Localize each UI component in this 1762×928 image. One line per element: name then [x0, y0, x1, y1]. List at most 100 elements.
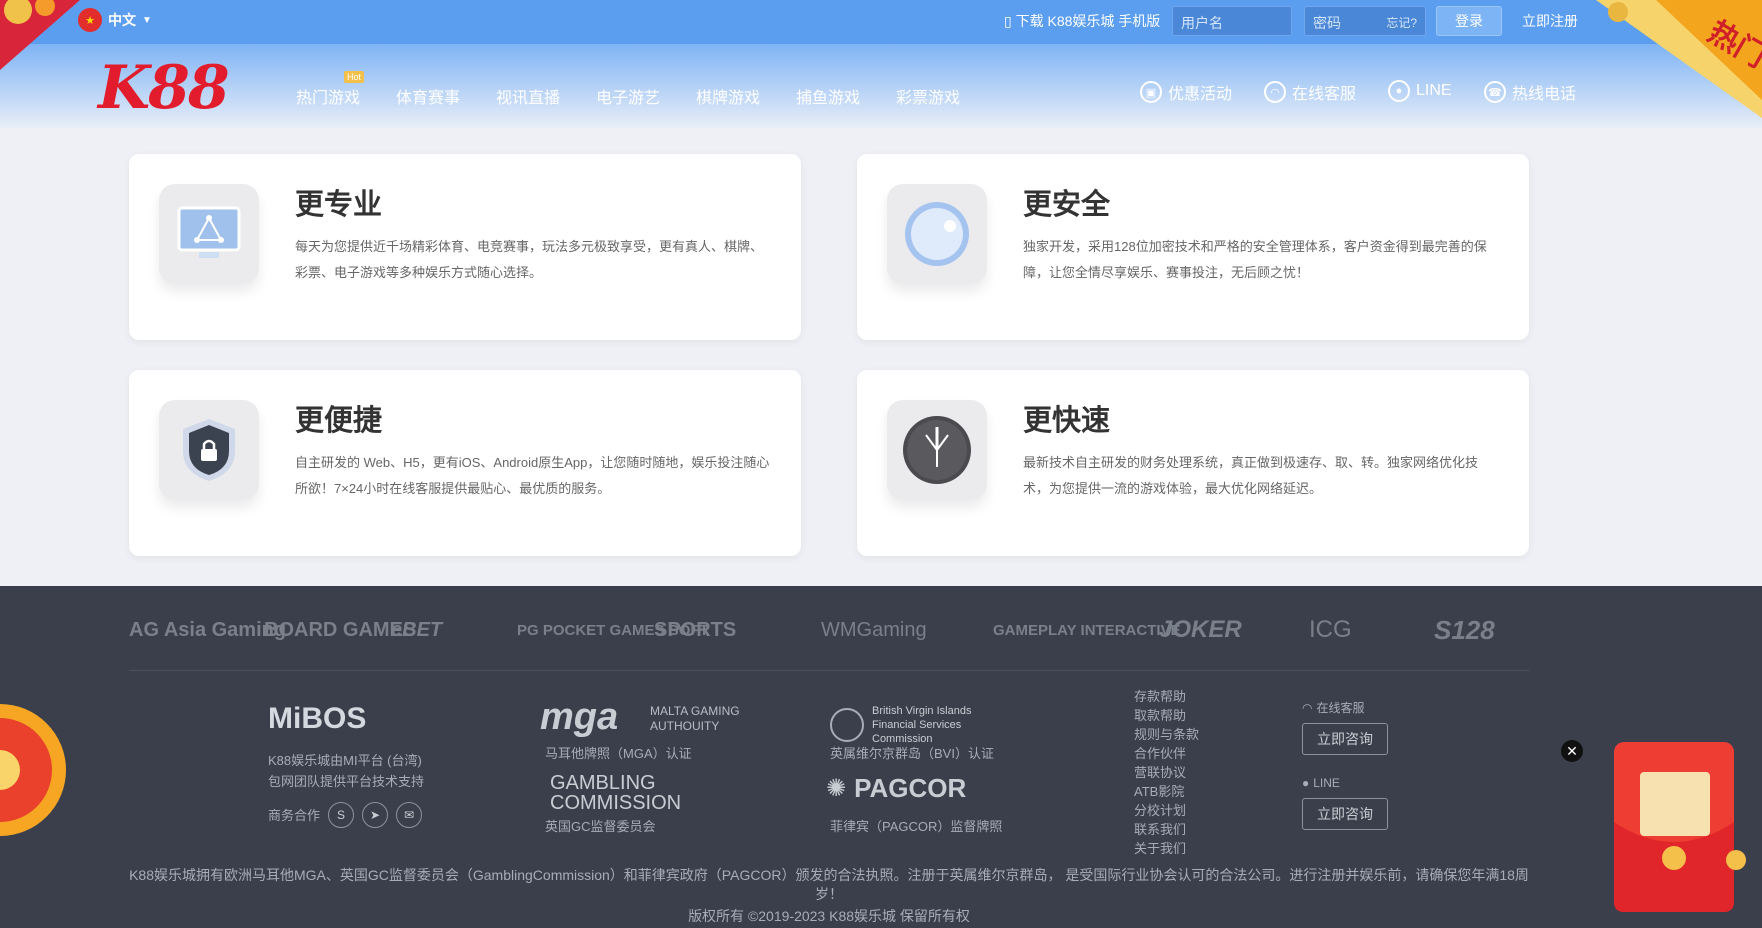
language-selector[interactable]: ★ 中文 ▼ [78, 8, 152, 32]
provider-ebet-logo: eBET [391, 618, 443, 641]
login-button[interactable]: 登录 [1436, 6, 1502, 36]
skype-icon[interactable]: S [328, 802, 355, 828]
mibos-logo: MiBOS [268, 702, 367, 735]
lucky-wheel-widget[interactable] [0, 676, 70, 846]
nav-sports[interactable]: 体育赛事 [396, 84, 460, 108]
mga-sub: MALTA GAMING AUTHOUITY [650, 704, 740, 733]
gc-cert: 英国GC监督委员会 [545, 819, 656, 834]
feature-card-professional: 更专业 每天为您提供近千场精彩体育、电竞赛事，玩法多元极致享受，更有真人、棋牌、… [129, 154, 801, 340]
footer-link-withdraw-help[interactable]: 取款帮助 [1134, 706, 1199, 725]
nav-line-label: LINE [1416, 82, 1452, 99]
feature-desc: 自主研发的 Web、H5，更有iOS、Android原生App，让您随时随地，娱… [295, 455, 770, 496]
online-consult-button[interactable]: 立即咨询 [1302, 723, 1388, 755]
line-chat-icon: ● [1302, 776, 1310, 790]
password-placeholder: 密码 [1313, 15, 1341, 31]
shield-orb-icon [887, 184, 987, 284]
monitor-icon [159, 184, 259, 284]
red-envelope-widget[interactable] [1590, 738, 1762, 918]
feature-desc: 最新技术自主研发的财务处理系统，真正做到极速存、取、转。独家网络优化技术，为您提… [1023, 455, 1479, 496]
features-section: 更专业 每天为您提供近千场精彩体育、电竞赛事，玩法多元极致享受，更有真人、棋牌、… [0, 128, 1762, 586]
telegram-icon[interactable]: ➤ [362, 802, 389, 828]
mibos-text-2: 包网团队提供平台技术支持 [268, 774, 425, 789]
feature-desc: 独家开发，采用128位加密技术和严格的安全管理体系，客户资金得到最完善的保障，让… [1023, 239, 1487, 280]
phone-icon: ▯ [1004, 13, 1012, 29]
line-chat-icon: ● [1388, 80, 1410, 102]
nav-live-video[interactable]: 视讯直播 [496, 84, 560, 108]
mga-cert: 马耳他牌照（MGA）认证 [545, 746, 692, 761]
pagcor-emblem-icon: ✺ [826, 775, 847, 802]
pagcor-block: ✺ PAGCOR [826, 773, 967, 803]
nav-promotions[interactable]: ▣ 优惠活动 [1140, 80, 1232, 104]
nav-online-service-label: 在线客服 [1292, 86, 1357, 103]
nav-slots[interactable]: 电子游艺 [596, 84, 660, 108]
forgot-password-link[interactable]: 忘记? [1386, 14, 1417, 31]
feature-title: 更安全 [1023, 189, 1111, 221]
footer-link-partners[interactable]: 合作伙伴 [1134, 744, 1199, 763]
nav-hot-games[interactable]: 热门游戏 [296, 84, 360, 108]
feature-title: 更快速 [1023, 405, 1111, 437]
username-input[interactable]: 用户名 [1172, 6, 1292, 36]
feature-card-secure: 更安全 独家开发，采用128位加密技术和严格的安全管理体系，客户资金得到最完善的… [857, 154, 1529, 340]
provider-ag-logo: AG Asia Gaming [129, 618, 287, 641]
footer-link-about[interactable]: 关于我们 [1134, 839, 1199, 858]
feature-card-convenient: 更便捷 自主研发的 Web、H5，更有iOS、Android原生App，让您随时… [129, 370, 801, 556]
line-label: LINE [1313, 776, 1340, 790]
mobile-download-link[interactable]: ▯ 下载 K88娱乐城 手机版 [1004, 11, 1160, 31]
business-cooperation: 商务合作 S ➤ ✉ [268, 802, 423, 828]
hot-games-corner-banner[interactable]: 热门 [1596, 0, 1762, 118]
pagcor-cert: 菲律宾（PAGCOR）监督牌照 [830, 819, 1003, 834]
online-service-label: 在线客服 [1316, 701, 1365, 715]
email-icon[interactable]: ✉ [396, 802, 423, 828]
feature-title: 更专业 [295, 189, 383, 221]
pagcor-logo: PAGCOR [854, 773, 967, 803]
nav-board-games[interactable]: 棋牌游戏 [696, 84, 760, 108]
hot-badge: Hot [344, 71, 365, 83]
business-label: 商务合作 [268, 807, 321, 823]
nav-online-service[interactable]: ◠ 在线客服 [1264, 80, 1356, 104]
provider-joker-logo: JOKER [1159, 616, 1242, 643]
ball-decoration-icon [0, 0, 80, 70]
nav-lottery[interactable]: 彩票游戏 [896, 84, 960, 108]
nav-fishing[interactable]: 捕鱼游戏 [796, 84, 860, 108]
footer-link-atb-cinema[interactable]: ATB影院 [1134, 782, 1199, 801]
copyright: 版权所有 ©2019-2023 K88娱乐城 保留所有权 [688, 908, 970, 924]
close-icon[interactable]: ✕ [1561, 740, 1583, 762]
line-label-row: ● LINE [1302, 773, 1340, 794]
footer-link-affiliate-agreement[interactable]: 营联协议 [1134, 763, 1199, 782]
nav-line[interactable]: ● LINE [1388, 80, 1452, 102]
gambling-commission-logo: GAMBLING COMMISSION [550, 772, 682, 814]
clock-icon [887, 400, 987, 500]
footer-link-school-plan[interactable]: 分校计划 [1134, 801, 1199, 820]
feature-title: 更便捷 [295, 405, 383, 437]
footer-link-rules[interactable]: 规则与条款 [1134, 725, 1199, 744]
bvi-cert: 英属维尔京群岛（BVI）认证 [830, 746, 994, 761]
password-input[interactable]: 密码 忘记? [1304, 6, 1426, 36]
feature-card-fast: 更快速 最新技术自主研发的财务处理系统，真正做到极速存、取、转。独家网络优化技术… [857, 370, 1529, 556]
provider-wm-logo: WMGaming [821, 618, 927, 641]
bvi-seal-icon [830, 708, 864, 742]
chevron-down-icon: ▼ [142, 14, 152, 26]
lock-shield-icon [159, 400, 259, 500]
phone-icon: ☎ [1484, 81, 1506, 103]
bvi-logo-text: British Virgin Islands Financial Service… [872, 705, 972, 745]
mobile-download-label: 下载 K88娱乐城 手机版 [1015, 13, 1161, 29]
line-consult-button[interactable]: 立即咨询 [1302, 798, 1388, 830]
provider-logos: AG Asia Gaming BOARD GAMES eBET PG POCKE… [129, 610, 1529, 650]
nav-promotions-label: 优惠活动 [1168, 86, 1233, 103]
mibos-text-1: K88娱乐城由MI平台 (台湾) [268, 753, 422, 768]
provider-sports-logo: SPORTS [654, 618, 737, 641]
nav-hotline[interactable]: ☎ 热线电话 [1484, 80, 1576, 104]
register-link[interactable]: 立即注册 [1522, 11, 1578, 31]
top-bar: ★ 中文 ▼ ▯ 下载 K88娱乐城 手机版 用户名 密码 忘记? 登录 立即注… [0, 0, 1762, 44]
language-label: 中文 [108, 12, 136, 28]
china-flag-icon: ★ [78, 8, 102, 32]
footer-links: 存款帮助 取款帮助 规则与条款 合作伙伴 营联协议 ATB影院 分校计划 联系我… [1134, 687, 1199, 858]
headset-icon: ◠ [1264, 81, 1286, 103]
footer-divider [129, 670, 1529, 671]
footer-link-deposit-help[interactable]: 存款帮助 [1134, 687, 1199, 706]
footer-link-contact[interactable]: 联系我们 [1134, 820, 1199, 839]
gift-icon: ▣ [1140, 81, 1162, 103]
license-disclaimer: K88娱乐城拥有欧洲马耳他MGA、英国GC监督委员会（GamblingCommi… [129, 867, 1529, 902]
site-logo[interactable]: K88 [98, 58, 230, 118]
nav-hotline-label: 热线电话 [1512, 86, 1577, 103]
